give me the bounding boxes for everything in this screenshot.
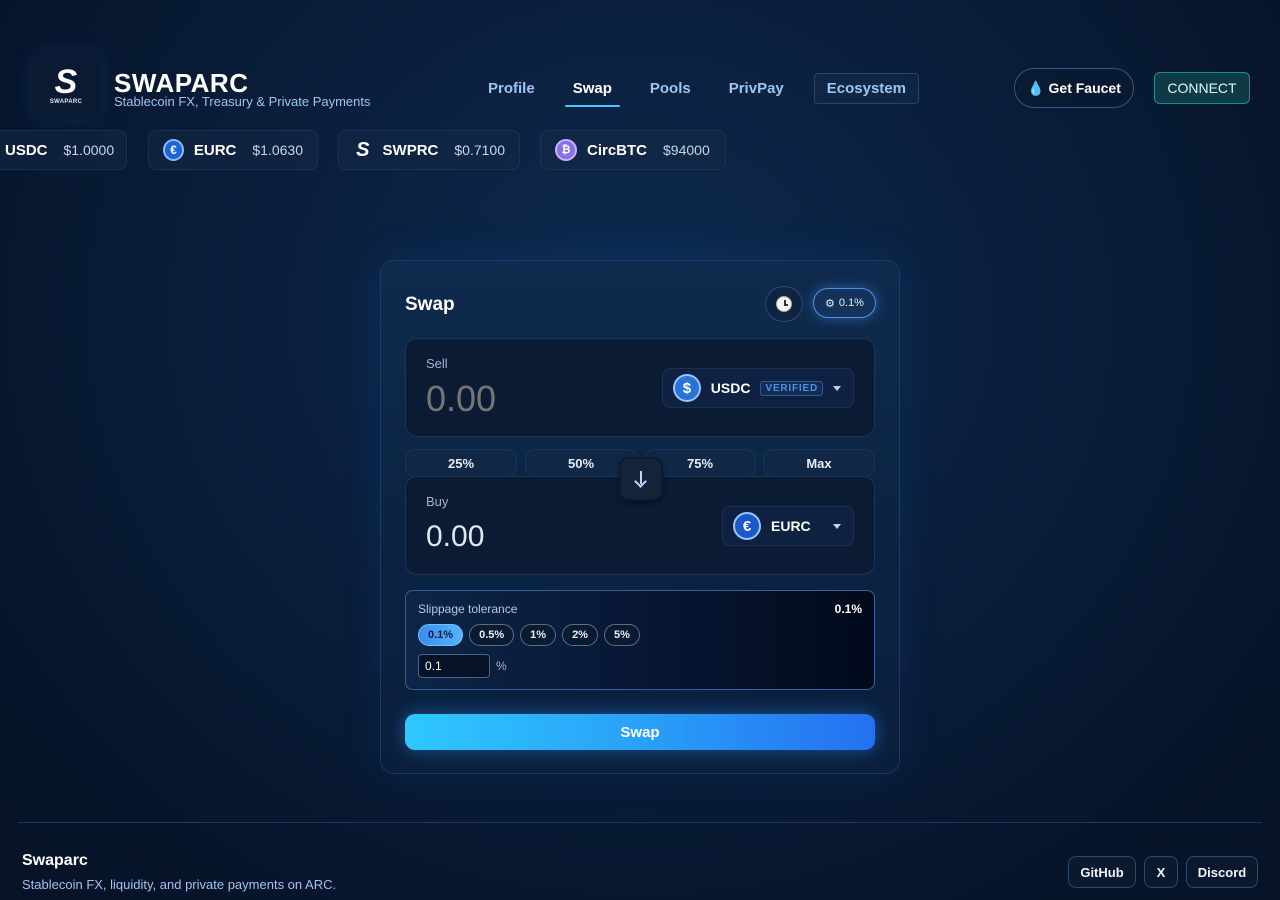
verified-badge: VERIFIED [760, 380, 823, 396]
droplet-icon: 💧 [1027, 79, 1045, 96]
slippage-option-5[interactable]: 5% [603, 624, 640, 646]
swprc-icon: S [356, 138, 370, 161]
eurc-icon: € [733, 512, 761, 540]
ticker-item-eurc: € EURC $1.0630 [148, 130, 318, 170]
swap-card-title: Swap [405, 294, 455, 315]
ticker-price: $94000 [663, 142, 710, 158]
main-nav: Profile Swap Pools PrivPay Ecosystem [480, 73, 941, 107]
get-faucet-button[interactable]: 💧 Get Faucet [1014, 68, 1134, 108]
percent-25-button[interactable]: 25% [405, 449, 517, 477]
ticker-price: $1.0000 [63, 142, 115, 158]
ticker-item-swprc: S SWPRC $0.7100 [338, 130, 520, 170]
nav-item-ecosystem[interactable]: Ecosystem [813, 73, 919, 104]
arrow-down-icon [634, 471, 648, 487]
nav-item-profile[interactable]: Profile [480, 74, 543, 103]
buy-amount-output [426, 517, 646, 557]
slippage-unit: % [496, 659, 507, 673]
ticker-price: $1.0630 [252, 142, 303, 158]
buy-label: Buy [426, 494, 449, 509]
ticker-price: $0.7100 [454, 142, 505, 158]
github-link[interactable]: GitHub [1068, 856, 1136, 888]
brand-logo[interactable]: S SWAPARC [32, 52, 100, 120]
slippage-current-value: 0.1% [834, 602, 862, 616]
buy-token-name: EURC [771, 518, 811, 534]
nav-item-swap[interactable]: Swap [564, 74, 621, 107]
gear-icon: ⚙ [825, 297, 835, 310]
footer-tagline: Stablecoin FX, liquidity, and private pa… [22, 877, 337, 892]
sell-token-name: USDC [710, 380, 751, 396]
slippage-custom-input[interactable] [418, 654, 490, 678]
slippage-option-2[interactable]: 2% [562, 624, 598, 646]
usdc-icon: $ [673, 374, 701, 402]
history-button[interactable] [765, 286, 803, 322]
sell-token-selector[interactable]: $ USDC VERIFIED [662, 368, 854, 408]
slippage-title: Slippage tolerance [418, 602, 518, 616]
chevron-down-icon [833, 385, 841, 391]
get-faucet-label: Get Faucet [1048, 80, 1121, 96]
flip-tokens-button[interactable] [619, 457, 663, 501]
clock-icon [776, 296, 792, 312]
ticker-item-usdc: USDC $1.0000 [0, 130, 127, 170]
discord-link[interactable]: Discord [1186, 856, 1258, 888]
swap-card: Swap ⚙ 0.1% Sell $ USDC VERIFIED 25% 50%… [380, 260, 900, 774]
max-button[interactable]: Max [763, 449, 875, 477]
sell-label: Sell [426, 356, 448, 371]
logo-letter: S [54, 63, 78, 101]
buy-token-selector[interactable]: € EURC [722, 506, 854, 546]
slippage-settings-button[interactable]: ⚙ 0.1% [813, 288, 876, 318]
connect-wallet-button[interactable]: CONNECT [1154, 72, 1250, 104]
slippage-panel: Slippage tolerance 0.1% 0.1% 0.5% 1% 2% … [405, 590, 875, 690]
footer-title: Swaparc [22, 852, 88, 869]
ticker-symbol: USDC [5, 141, 48, 159]
eurc-icon: € [163, 139, 184, 161]
slippage-option-1[interactable]: 1% [520, 624, 557, 646]
nav-item-pools[interactable]: Pools [642, 74, 699, 103]
ticker-symbol: SWPRC [382, 141, 439, 159]
x-link[interactable]: X [1144, 856, 1178, 888]
sell-panel: Sell $ USDC VERIFIED [405, 338, 875, 437]
slippage-option-0-5[interactable]: 0.5% [469, 624, 515, 646]
slippage-option-0-1[interactable]: 0.1% [418, 624, 464, 646]
slippage-options: 0.1% 0.5% 1% 2% 5% [418, 624, 640, 646]
brand-tagline: Stablecoin FX, Treasury & Private Paymen… [114, 94, 371, 109]
chevron-down-icon [833, 523, 841, 529]
swap-submit-button[interactable]: Swap [405, 714, 875, 750]
sell-amount-input[interactable] [426, 379, 646, 419]
ticker-symbol: EURC [193, 141, 237, 159]
bitcoin-icon: ₿ [555, 139, 577, 161]
slippage-badge-value: 0.1% [838, 297, 864, 309]
logo-wordmark: SWAPARC [49, 99, 83, 105]
ticker-item-circbtc: ₿ CircBTC $94000 [540, 130, 726, 170]
nav-item-privpay[interactable]: PrivPay [721, 74, 792, 103]
footer-divider [18, 822, 1262, 823]
ticker-symbol: CircBTC [587, 141, 648, 159]
